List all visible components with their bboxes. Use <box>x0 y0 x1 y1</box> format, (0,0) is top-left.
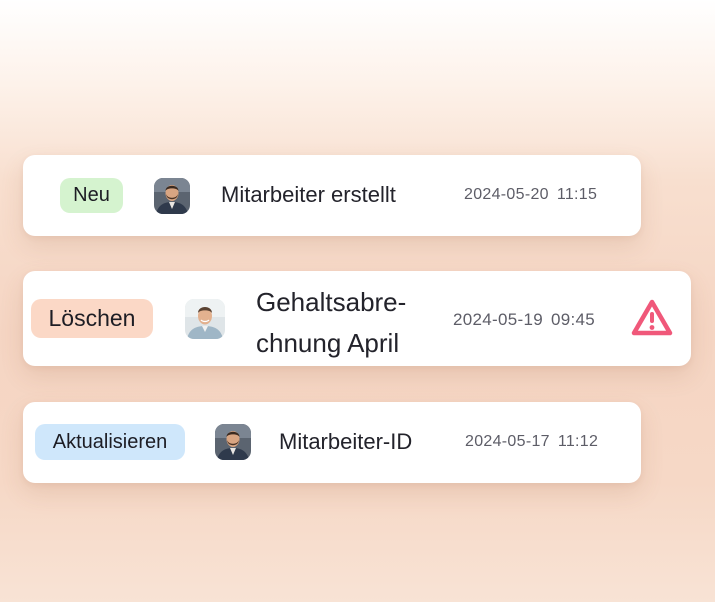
avatar <box>215 424 251 460</box>
avatar <box>154 178 190 214</box>
activity-date: 2024-05-20 <box>464 186 549 203</box>
person-avatar-icon <box>215 424 251 460</box>
activity-time: 09:45 <box>550 310 596 329</box>
activity-title: Mitarbeiter erstellt <box>221 182 396 207</box>
activity-timestamp: 2024-05-20 11:15 <box>464 186 597 204</box>
activity-card[interactable]: Aktualisieren Mitarbeiter-ID 2024-05-17 1… <box>23 402 641 483</box>
status-badge-new: Neu <box>60 178 123 213</box>
avatar <box>185 299 225 339</box>
status-badge-update: Aktualisieren <box>35 424 185 460</box>
activity-card[interactable]: Löschen Gehaltsabre­chnung April 2024-05… <box>23 271 691 366</box>
person-avatar-icon <box>154 178 190 214</box>
warning-triangle-icon[interactable] <box>631 299 673 337</box>
activity-date: 2024-05-17 <box>465 433 550 450</box>
activity-timestamp: 2024-05-19 09:45 <box>453 310 595 330</box>
activity-time: 11:12 <box>557 433 599 450</box>
activity-title: Mitarbeiter-ID <box>279 429 413 454</box>
activity-time: 11:15 <box>556 186 598 203</box>
activity-timestamp: 2024-05-17 11:12 <box>465 433 598 451</box>
activity-title: Gehaltsabre­chnung April <box>256 287 407 358</box>
activity-card[interactable]: Neu Mitarbeiter erstellt 2024-05-20 11:15 <box>23 155 641 236</box>
activity-date: 2024-05-19 <box>453 310 543 329</box>
status-badge-delete: Löschen <box>31 299 153 338</box>
person-avatar-icon <box>185 299 225 339</box>
